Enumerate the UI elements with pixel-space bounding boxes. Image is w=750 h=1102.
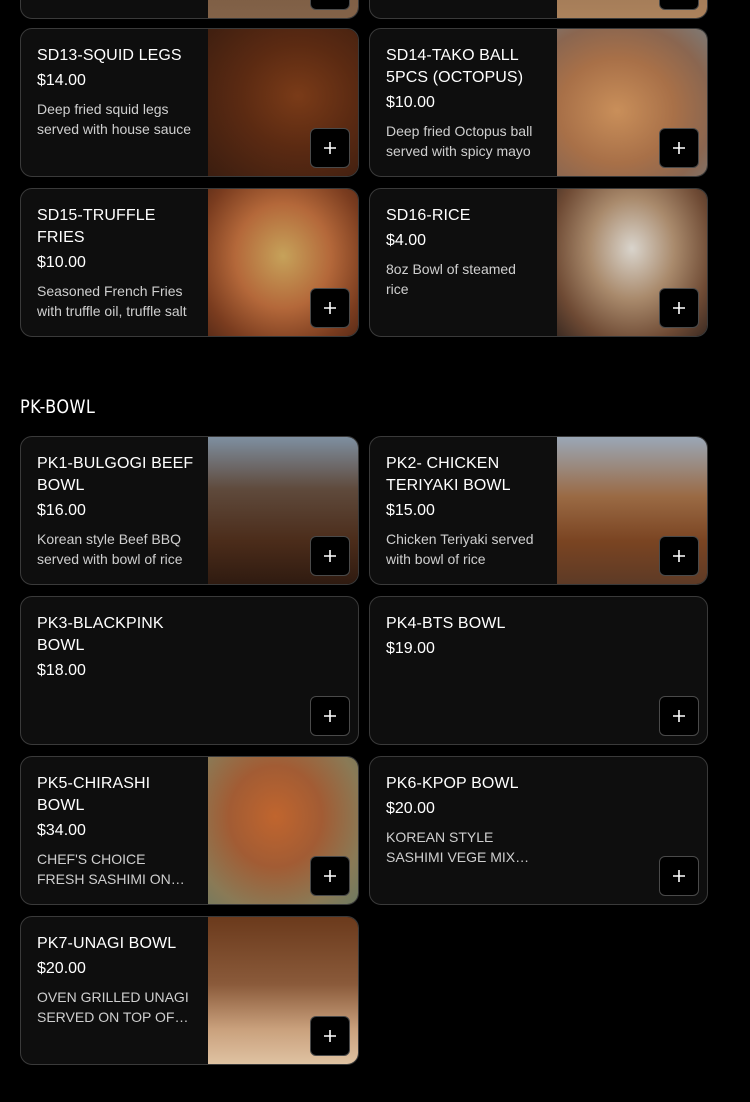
menu-item-info: PK2- CHICKEN TERIYAKI BOWL $15.00 Chicke… bbox=[386, 453, 544, 569]
menu-item-price: $20.00 bbox=[386, 800, 435, 817]
menu-item-info: PK3-BLACKPINK BOWL $18.00 bbox=[37, 613, 197, 681]
add-to-cart-button[interactable] bbox=[310, 128, 350, 168]
plus-icon bbox=[324, 550, 336, 562]
menu-item-price: $20.00 bbox=[37, 960, 86, 977]
menu-item-info: SD13-SQUID LEGS $14.00 Deep fried squid … bbox=[37, 45, 195, 139]
menu-item-info: SD15-TRUFFLE FRIES $10.00 Seasoned Frenc… bbox=[37, 205, 195, 321]
menu-item-info: PK7-UNAGI BOWL $20.00 OVEN GRILLED UNAGI… bbox=[37, 933, 195, 1027]
plus-icon bbox=[673, 302, 685, 314]
add-to-cart-button[interactable] bbox=[659, 288, 699, 328]
menu-item-info: PK6-KPOP BOWL $20.00 KOREAN STYLE SASHIM… bbox=[386, 773, 686, 867]
menu-item-price: $18.00 bbox=[37, 662, 86, 679]
menu-item-card[interactable]: PK4-BTS BOWL $19.00 bbox=[369, 596, 708, 745]
add-to-cart-button[interactable] bbox=[310, 536, 350, 576]
plus-icon bbox=[324, 302, 336, 314]
menu-item-name: SD15-TRUFFLE FRIES bbox=[37, 207, 156, 246]
menu-item-name: PK3-BLACKPINK BOWL bbox=[37, 615, 164, 654]
menu-item-name: SD14-TAKO BALL 5PCS (OCTOPUS) bbox=[386, 47, 524, 86]
menu-item-description: OVEN GRILLED UNAGI SERVED ON TOP OF RICE bbox=[37, 989, 189, 1025]
menu-item-name: PK5-CHIRASHI BOWL bbox=[37, 775, 151, 814]
plus-icon bbox=[673, 870, 685, 882]
menu-item-price: $19.00 bbox=[386, 640, 435, 657]
menu-item-info: PK1-BULGOGI BEEF BOWL $16.00 Korean styl… bbox=[37, 453, 195, 569]
menu-item-price: $16.00 bbox=[37, 502, 86, 519]
menu-item-card-partial[interactable] bbox=[369, 0, 708, 19]
add-to-cart-button[interactable] bbox=[310, 696, 350, 736]
add-to-cart-button[interactable] bbox=[659, 856, 699, 896]
add-to-cart-button[interactable] bbox=[659, 0, 699, 10]
menu-item-description: 8oz Bowl of steamed rice bbox=[386, 261, 516, 297]
menu-item-name: SD13-SQUID LEGS bbox=[37, 47, 182, 64]
menu-item-card[interactable]: SD15-TRUFFLE FRIES $10.00 Seasoned Frenc… bbox=[20, 188, 359, 337]
menu-item-description: KOREAN STYLE SASHIMI VEGE MIX BOWL bbox=[386, 829, 516, 865]
menu-item-description: Chicken Teriyaki served with bowl of ric… bbox=[386, 531, 534, 567]
menu-item-card-partial[interactable] bbox=[20, 0, 359, 19]
menu-page: SD13-SQUID LEGS $14.00 Deep fried squid … bbox=[0, 0, 750, 1102]
add-to-cart-button[interactable] bbox=[659, 696, 699, 736]
menu-item-price: $14.00 bbox=[37, 72, 86, 89]
menu-item-description: Deep fried Octopus ball served with spic… bbox=[386, 123, 533, 159]
plus-icon bbox=[324, 870, 336, 882]
menu-item-card[interactable]: SD16-RICE $4.00 8oz Bowl of steamed rice bbox=[369, 188, 708, 337]
menu-item-description: Deep fried squid legs served with house … bbox=[37, 101, 192, 137]
add-to-cart-button[interactable] bbox=[310, 1016, 350, 1056]
menu-item-info: PK4-BTS BOWL $19.00 bbox=[386, 613, 686, 659]
menu-item-description: Korean style Beef BBQ served with bowl o… bbox=[37, 531, 183, 567]
menu-item-card[interactable]: PK3-BLACKPINK BOWL $18.00 bbox=[20, 596, 359, 745]
plus-icon bbox=[324, 1030, 336, 1042]
plus-icon bbox=[673, 142, 685, 154]
menu-item-card[interactable]: PK7-UNAGI BOWL $20.00 OVEN GRILLED UNAGI… bbox=[20, 916, 359, 1065]
menu-item-name: PK2- CHICKEN TERIYAKI BOWL bbox=[386, 455, 511, 494]
menu-item-description: CHEF'S CHOICE FRESH SASHIMI ON TOP OF RI… bbox=[37, 851, 171, 887]
menu-item-price: $15.00 bbox=[386, 502, 435, 519]
menu-item-info: SD14-TAKO BALL 5PCS (OCTOPUS) $10.00 Dee… bbox=[386, 45, 544, 161]
menu-item-price: $10.00 bbox=[386, 94, 435, 111]
section-title: PK-BOWL bbox=[20, 396, 96, 418]
menu-item-info: SD16-RICE $4.00 8oz Bowl of steamed rice bbox=[386, 205, 544, 299]
plus-icon bbox=[324, 142, 336, 154]
plus-icon bbox=[673, 710, 685, 722]
plus-icon bbox=[324, 710, 336, 722]
add-to-cart-button[interactable] bbox=[310, 288, 350, 328]
add-to-cart-button[interactable] bbox=[659, 128, 699, 168]
menu-item-price: $10.00 bbox=[37, 254, 86, 271]
menu-item-card[interactable]: PK5-CHIRASHI BOWL $34.00 CHEF'S CHOICE F… bbox=[20, 756, 359, 905]
menu-item-name: SD16-RICE bbox=[386, 207, 471, 224]
menu-item-card[interactable]: PK2- CHICKEN TERIYAKI BOWL $15.00 Chicke… bbox=[369, 436, 708, 585]
menu-item-card[interactable]: SD14-TAKO BALL 5PCS (OCTOPUS) $10.00 Dee… bbox=[369, 28, 708, 177]
menu-item-card[interactable]: PK1-BULGOGI BEEF BOWL $16.00 Korean styl… bbox=[20, 436, 359, 585]
add-to-cart-button[interactable] bbox=[310, 856, 350, 896]
menu-item-name: PK7-UNAGI BOWL bbox=[37, 935, 177, 952]
add-to-cart-button[interactable] bbox=[310, 0, 350, 10]
menu-item-card[interactable]: PK6-KPOP BOWL $20.00 KOREAN STYLE SASHIM… bbox=[369, 756, 708, 905]
menu-item-name: PK1-BULGOGI BEEF BOWL bbox=[37, 455, 194, 494]
menu-item-name: PK6-KPOP BOWL bbox=[386, 775, 519, 792]
menu-item-price: $34.00 bbox=[37, 822, 86, 839]
plus-icon bbox=[673, 550, 685, 562]
menu-item-name: PK4-BTS BOWL bbox=[386, 615, 506, 632]
menu-item-card[interactable]: SD13-SQUID LEGS $14.00 Deep fried squid … bbox=[20, 28, 359, 177]
menu-item-info: PK5-CHIRASHI BOWL $34.00 CHEF'S CHOICE F… bbox=[37, 773, 195, 889]
add-to-cart-button[interactable] bbox=[659, 536, 699, 576]
menu-item-description: Seasoned French Fries with truffle oil, … bbox=[37, 283, 187, 319]
menu-item-price: $4.00 bbox=[386, 232, 427, 249]
